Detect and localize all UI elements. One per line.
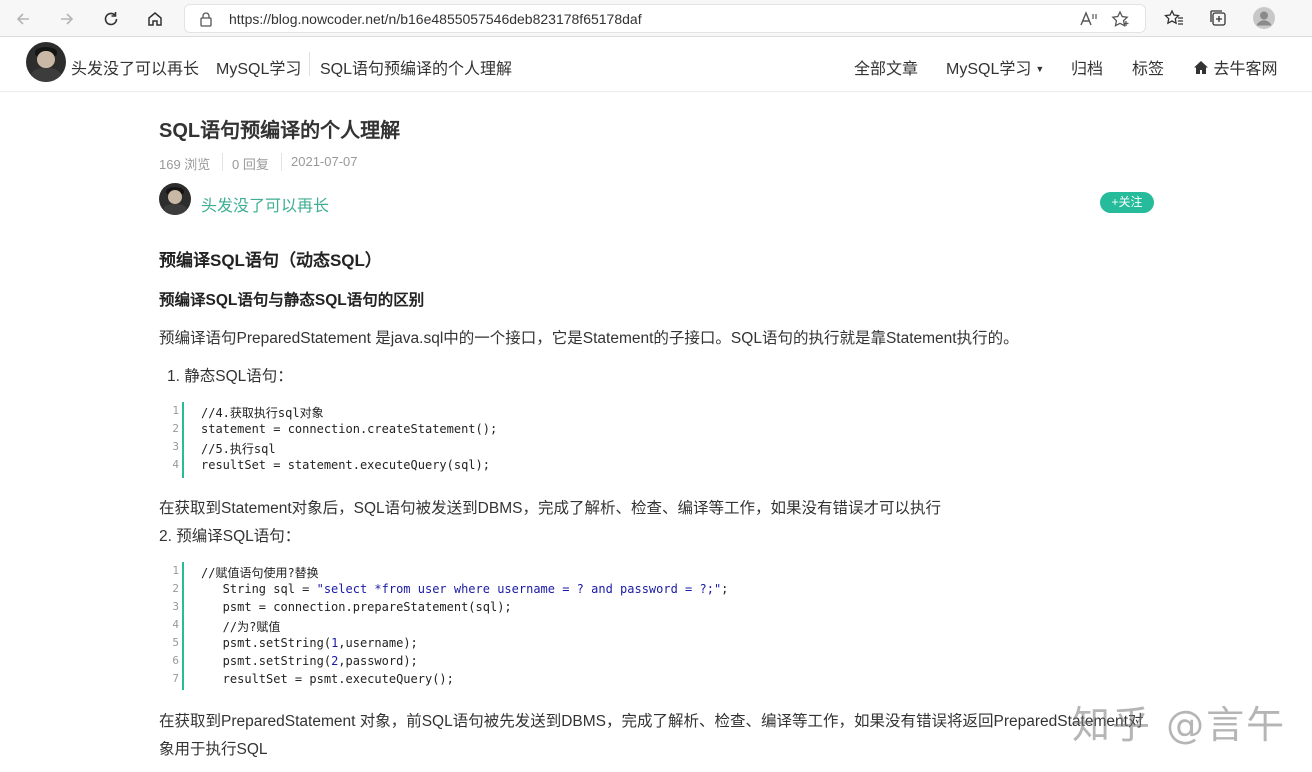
article-title: SQL语句预编译的个人理解 — [159, 120, 401, 142]
header-divider — [309, 52, 310, 76]
nav-mysql-label: MySQL学习 — [946, 61, 1032, 78]
nav-all-articles[interactable]: 全部文章 — [854, 55, 918, 79]
code-line: resultSet = statement.executeQuery(sql); — [201, 458, 490, 472]
lock-icon[interactable] — [199, 11, 213, 32]
publish-date: 2021-07-07 — [291, 154, 358, 169]
address-bar[interactable]: https://blog.nowcoder.net/n/b16e48550575… — [184, 4, 1146, 33]
code-line: psmt.setString(1,username); — [201, 636, 418, 650]
intro-paragraph: 预编译语句PreparedStatement 是java.sql中的一个接口，它… — [159, 330, 1019, 347]
article-author-link[interactable]: 头发没了可以再长 — [201, 192, 329, 216]
collections-icon[interactable] — [1208, 8, 1228, 33]
meta-divider — [222, 153, 223, 171]
read-aloud-icon[interactable] — [1079, 10, 1099, 31]
code-line: psmt.setString(2,password); — [201, 654, 418, 668]
code-line: //为?赋值 — [201, 620, 281, 634]
code-line: //赋值语句使用?替换 — [201, 566, 319, 580]
paragraph-after-static: 在获取到Statement对象后，SQL语句被发送到DBMS，完成了解析、检查、… — [159, 500, 941, 517]
caret-down-icon: ▼ — [1035, 64, 1045, 74]
paragraph-after-prepared-line2: 象用于执行SQL — [159, 741, 268, 758]
header-author-link[interactable]: 头发没了可以再长 — [71, 55, 199, 79]
browser-toolbar: https://blog.nowcoder.net/n/b16e48550575… — [0, 0, 1312, 37]
list-item-static-sql: 1. 静态SQL语句： — [167, 368, 293, 385]
code-line-number: 2 — [172, 422, 179, 435]
code-line-number: 6 — [172, 654, 179, 667]
site-header: 头发没了可以再长 MySQL学习 SQL语句预编译的个人理解 全部文章 MySQ… — [0, 38, 1312, 92]
header-column-link[interactable]: MySQL学习 — [216, 55, 301, 79]
header-article-title: SQL语句预编译的个人理解 — [320, 61, 513, 78]
code-line: psmt = connection.prepareStatement(sql); — [201, 600, 512, 614]
zhihu-watermark: 知乎 @言午 — [1072, 703, 1287, 747]
favorites-icon[interactable] — [1164, 8, 1184, 33]
reply-count: 0 回复 — [232, 157, 269, 172]
follow-button[interactable]: +关注 — [1100, 192, 1154, 213]
nav-tags[interactable]: 标签 — [1132, 55, 1164, 79]
forward-icon[interactable] — [54, 6, 80, 32]
nav-nowcoder-label: 去牛客网 — [1213, 61, 1278, 78]
author-avatar[interactable] — [26, 42, 66, 82]
code-line-number: 4 — [172, 618, 179, 631]
subsection-heading: 预编译SQL语句与静态SQL语句的区别 — [159, 292, 425, 309]
code-line-number: 3 — [172, 600, 179, 613]
profile-icon[interactable] — [1252, 6, 1276, 35]
code-block-static: 1 //4.获取执行sql对象 2 statement = connection.cr… — [159, 402, 1154, 478]
list-item-prepared-sql: 2. 预编译SQL语句： — [159, 528, 301, 545]
nav-mysql-dropdown[interactable]: MySQL学习 ▼ — [946, 55, 1044, 79]
url-text[interactable]: https://blog.nowcoder.net/n/b16e48550575… — [229, 11, 642, 27]
code-line: resultSet = psmt.executeQuery(); — [201, 672, 454, 686]
code-line-number: 7 — [172, 672, 179, 685]
nav-archive[interactable]: 归档 — [1071, 55, 1103, 79]
code-line: //5.执行sql — [201, 442, 276, 456]
code-line-number: 2 — [172, 582, 179, 595]
refresh-icon[interactable] — [98, 6, 124, 32]
code-line-number: 1 — [172, 404, 179, 417]
add-favorite-icon[interactable] — [1111, 10, 1131, 33]
home-icon[interactable] — [142, 6, 168, 32]
code-line-number: 3 — [172, 440, 179, 453]
code-block-prepared: 1 //赋值语句使用?替换 2 String sql = "select *from… — [159, 562, 1154, 690]
meta-divider — [281, 153, 282, 171]
paragraph-after-prepared-line1: 在获取到PreparedStatement 对象，前SQL语句被先发送到DBMS… — [159, 713, 1144, 730]
code-line-number: 1 — [172, 564, 179, 577]
code-line: //4.获取执行sql对象 — [201, 406, 324, 420]
section-heading: 预编译SQL语句（动态SQL） — [159, 251, 382, 270]
back-icon[interactable] — [10, 6, 36, 32]
code-line: statement = connection.createStatement()… — [201, 422, 498, 436]
code-line-number: 5 — [172, 636, 179, 649]
view-count: 169 浏览 — [159, 157, 211, 172]
code-line: String sql = "select *from user where us… — [201, 582, 729, 596]
nav-nowcoder[interactable]: 去牛客网 — [1193, 55, 1277, 79]
code-line-number: 4 — [172, 458, 179, 471]
home-icon — [1194, 61, 1208, 74]
article-author-avatar[interactable] — [159, 183, 191, 215]
